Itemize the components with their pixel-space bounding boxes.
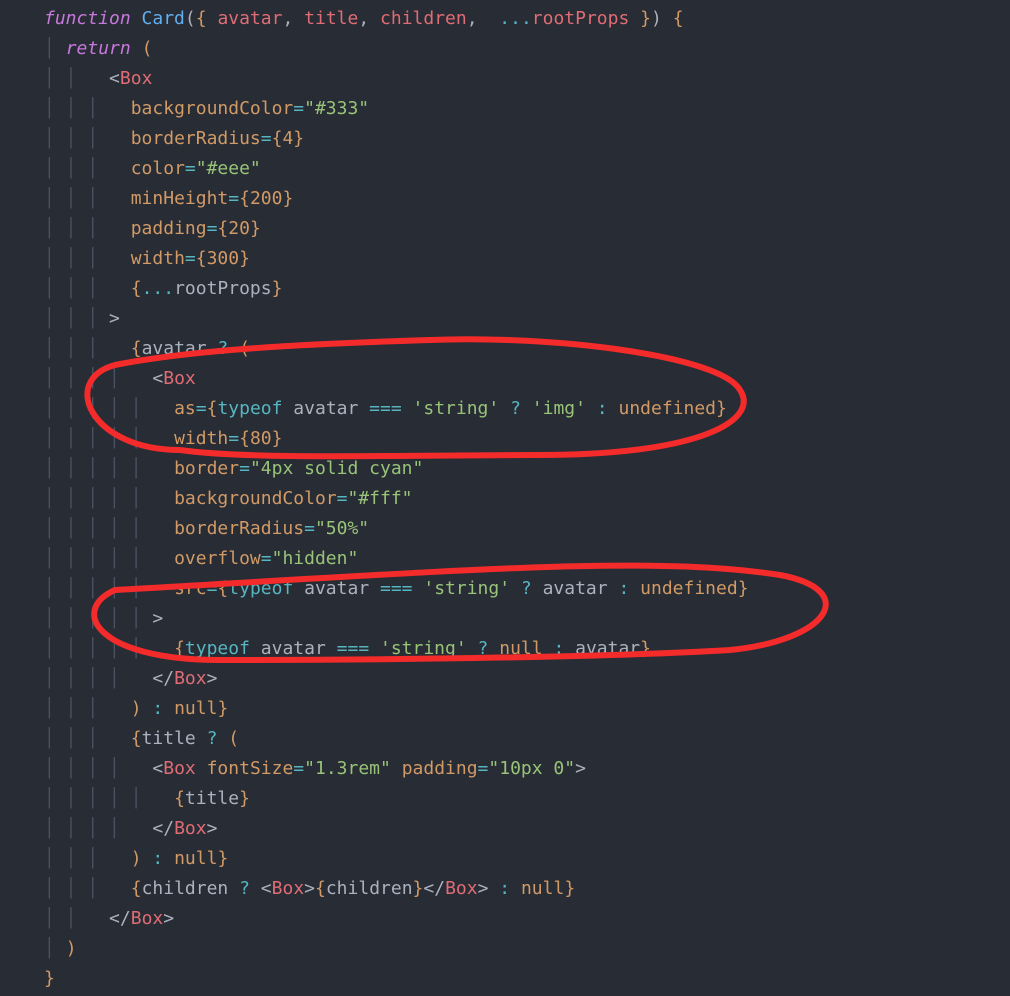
code-line-5: │ │ │ borderRadius={4} [44,124,1010,154]
code-line-10: │ │ │ {...rootProps} [44,274,1010,304]
code-line-15: │ │ │ │ │ width={80} [44,424,1010,454]
code-line-25: │ │ │ {title ? ( [44,724,1010,754]
code-editor: function Card({ avatar, title, children,… [0,0,1010,994]
code-line-4: │ │ │ backgroundColor="#333" [44,94,1010,124]
code-line-28: │ │ │ │ </Box> [44,814,1010,844]
code-line-26: │ │ │ │ <Box fontSize="1.3rem" padding="… [44,754,1010,784]
code-line-14: │ │ │ │ │ as={typeof avatar === 'string'… [44,394,1010,424]
code-line-20: │ │ │ │ │ src={typeof avatar === 'string… [44,574,1010,604]
code-line-22: │ │ │ │ │ {typeof avatar === 'string' ? … [44,634,1010,664]
code-line-24: │ │ │ ) : null} [44,694,1010,724]
code-line-6: │ │ │ color="#eee" [44,154,1010,184]
code-line-8: │ │ │ padding={20} [44,214,1010,244]
code-line-30: │ │ │ {children ? <Box>{children}</Box> … [44,874,1010,904]
code-line-33: } [44,964,1010,994]
code-line-16: │ │ │ │ │ border="4px solid cyan" [44,454,1010,484]
code-line-9: │ │ │ width={300} [44,244,1010,274]
code-line-13: │ │ │ │ <Box [44,364,1010,394]
code-line-3: │ │ <Box [44,64,1010,94]
code-line-29: │ │ │ ) : null} [44,844,1010,874]
code-line-27: │ │ │ │ │ {title} [44,784,1010,814]
code-line-11: │ │ │ > [44,304,1010,334]
code-line-17: │ │ │ │ │ backgroundColor="#fff" [44,484,1010,514]
code-line-32: │ ) [44,934,1010,964]
code-line-18: │ │ │ │ │ borderRadius="50%" [44,514,1010,544]
code-line-21: │ │ │ │ │ > [44,604,1010,634]
code-line-7: │ │ │ minHeight={200} [44,184,1010,214]
code-line-1: function Card({ avatar, title, children,… [44,4,1010,34]
code-line-19: │ │ │ │ │ overflow="hidden" [44,544,1010,574]
code-line-23: │ │ │ │ </Box> [44,664,1010,694]
code-line-31: │ │ </Box> [44,904,1010,934]
code-line-2: │ return ( [44,34,1010,64]
code-line-12: │ │ │ {avatar ? ( [44,334,1010,364]
